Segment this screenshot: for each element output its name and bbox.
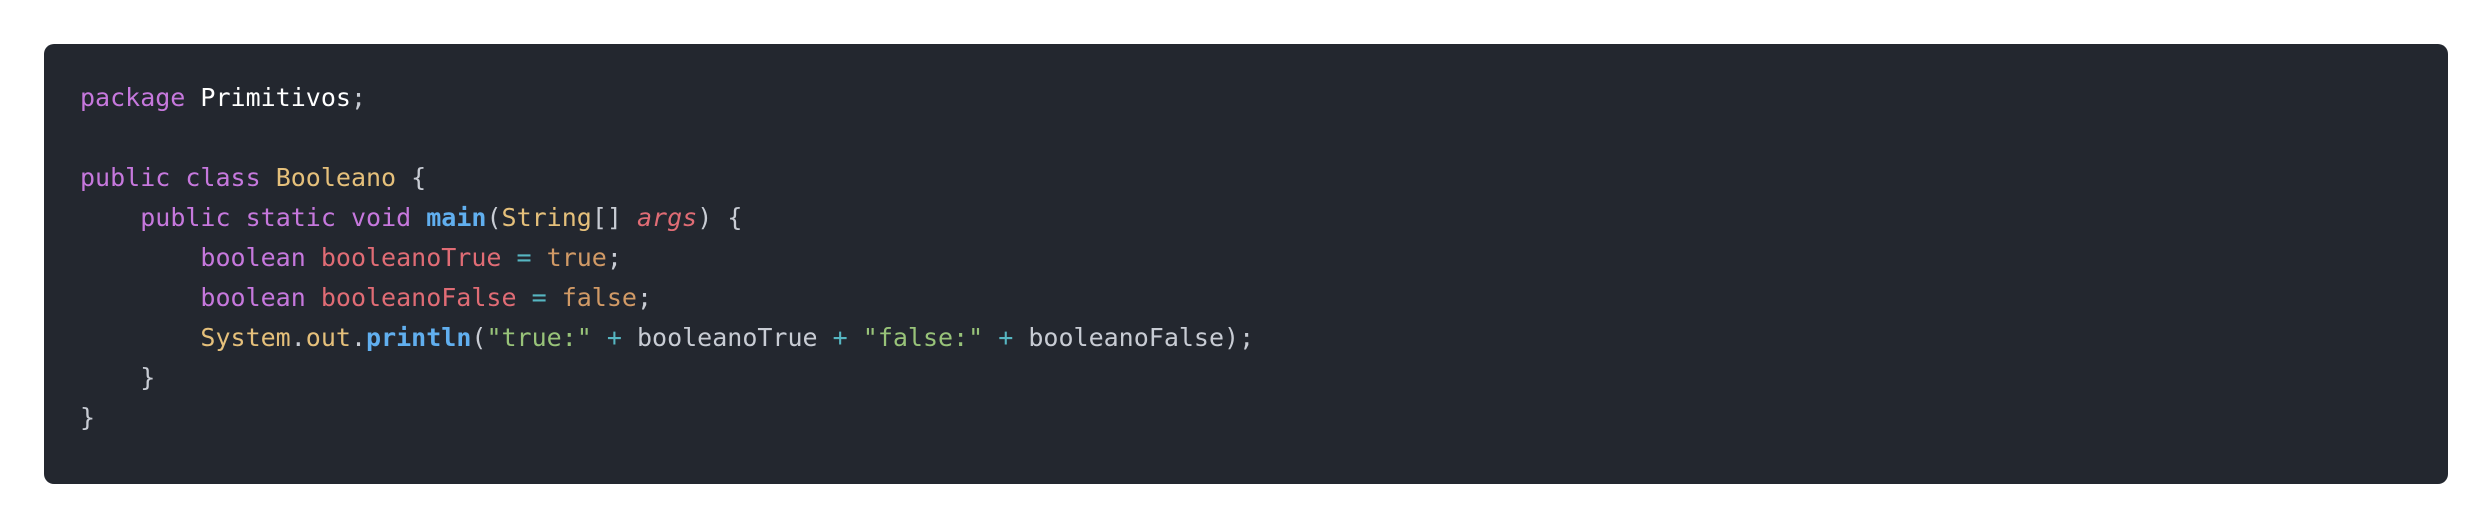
- code-token: booleanoFalse: [320, 283, 517, 312]
- code-token: }: [80, 403, 96, 432]
- code-token: .: [350, 323, 367, 352]
- code-token: +: [606, 323, 622, 352]
- code-token: booleanoFalse);: [1013, 323, 1255, 352]
- code-token: +: [998, 323, 1014, 352]
- code-content: package Primitivos; public class Booleano…: [80, 78, 2448, 438]
- code-token: booleanoTrue: [621, 323, 833, 352]
- code-token: args: [637, 203, 698, 232]
- code-token: println: [366, 323, 472, 352]
- code-token: String: [501, 203, 592, 232]
- code-token: (: [486, 203, 502, 232]
- code-token: void: [350, 203, 412, 232]
- code-line: boolean booleanoFalse = false;: [80, 278, 2448, 318]
- code-line: package Primitivos;: [80, 78, 2448, 118]
- code-token: ) {: [697, 203, 743, 232]
- code-block: package Primitivos; public class Booleano…: [44, 44, 2448, 484]
- code-line: public static void main(String[] args) {: [80, 198, 2448, 238]
- code-token: "true:": [486, 323, 592, 352]
- code-token: .: [290, 323, 306, 352]
- code-line: }: [80, 358, 2448, 398]
- code-token: =: [516, 243, 532, 272]
- code-token: package: [80, 83, 186, 112]
- code-token: {: [396, 163, 427, 192]
- code-token: ;: [636, 283, 653, 312]
- code-token: ;: [606, 243, 622, 272]
- code-token: []: [591, 203, 637, 232]
- code-token: Booleano: [275, 163, 397, 192]
- code-token: main: [426, 203, 487, 232]
- code-token: ;: [350, 83, 366, 112]
- code-token: out: [305, 323, 351, 352]
- code-token: static: [245, 203, 336, 232]
- code-token: (: [471, 323, 487, 352]
- code-token: true: [546, 243, 607, 272]
- code-token: class: [185, 163, 261, 192]
- code-token: boolean: [200, 243, 306, 272]
- code-token: =: [531, 283, 547, 312]
- code-token: Primitivos: [200, 83, 351, 112]
- code-token: System: [200, 323, 291, 352]
- code-token: }: [80, 363, 156, 392]
- code-token: booleanoTrue: [320, 243, 502, 272]
- code-line: System.out.println("true:" + booleanoTru…: [80, 318, 2448, 358]
- code-token: public: [140, 203, 231, 232]
- code-token: public: [80, 163, 171, 192]
- code-line: public class Booleano {: [80, 158, 2448, 198]
- code-token: "false:": [862, 323, 984, 352]
- code-line: boolean booleanoTrue = true;: [80, 238, 2448, 278]
- code-token: +: [832, 323, 848, 352]
- code-token: false: [561, 283, 637, 312]
- code-line: }: [80, 398, 2448, 438]
- code-token: boolean: [200, 283, 306, 312]
